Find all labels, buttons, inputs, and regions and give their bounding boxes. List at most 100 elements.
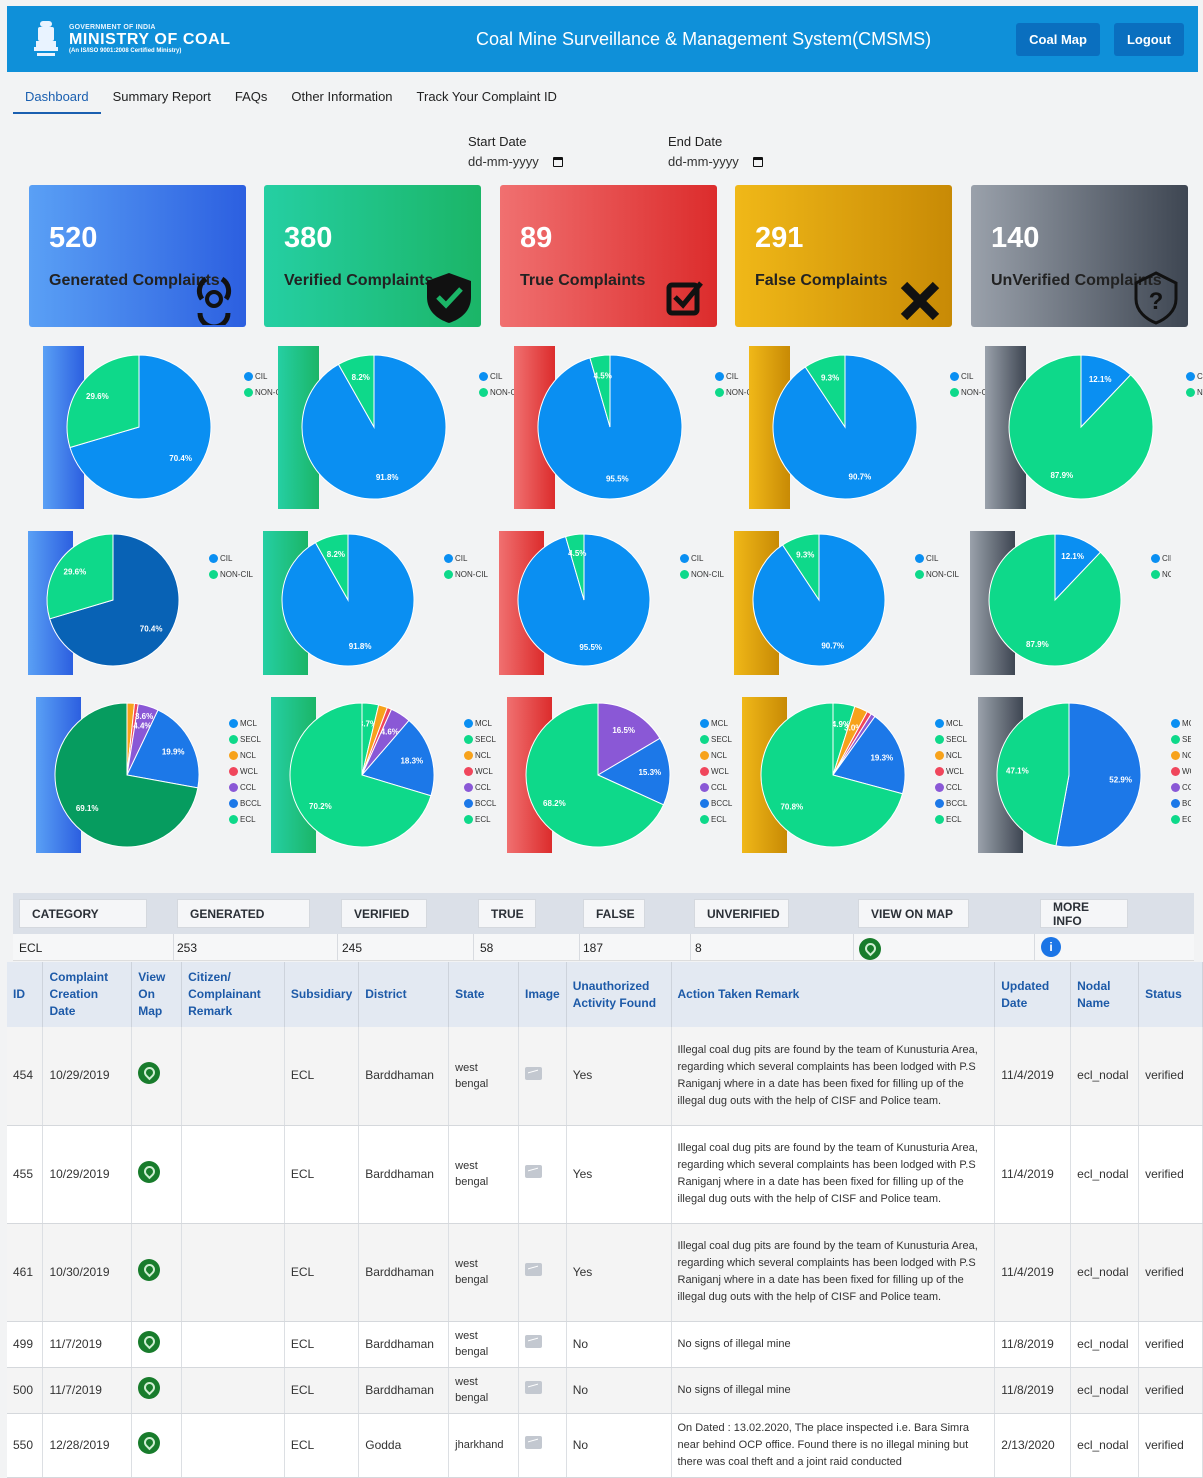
legend-dot	[209, 553, 218, 563]
legend-label: CIL	[455, 553, 468, 563]
legend-item[interactable]: MCL	[464, 715, 496, 731]
legend-item[interactable]: WCL	[464, 763, 496, 779]
legend-item[interactable]: BCCL	[1171, 795, 1191, 811]
map-pin-icon[interactable]	[138, 1258, 161, 1281]
col-subsidiary[interactable]: Subsidiary	[284, 962, 360, 1027]
map-pin-icon[interactable]	[138, 1062, 161, 1085]
legend-dot	[1171, 718, 1180, 728]
image-icon[interactable]	[525, 1263, 543, 1276]
legend-item[interactable]: ECL	[229, 811, 261, 827]
pie-data-label: 18.3%	[400, 757, 423, 766]
legend-item[interactable]: SECL	[1171, 731, 1191, 747]
col-action-remark[interactable]: Action Taken Remark	[671, 962, 996, 1027]
col-verified[interactable]: VERIFIED	[341, 899, 427, 928]
col-status[interactable]: Status	[1138, 962, 1203, 1027]
col-updated-date[interactable]: Updated Date	[994, 962, 1072, 1027]
image-icon[interactable]	[525, 1381, 543, 1394]
table-row[interactable]: 500 11/7/2019 ECL Barddhaman west bengal No No…	[7, 1367, 1203, 1414]
legend-item[interactable]: BCCL	[464, 795, 496, 811]
legend-item[interactable]: SECL	[229, 731, 261, 747]
legend-item[interactable]: SECL	[700, 731, 732, 747]
legend-item[interactable]: SECL	[935, 731, 967, 747]
legend-item[interactable]: NON-CIL	[209, 566, 253, 582]
col-image[interactable]: Image	[518, 962, 567, 1027]
col-true[interactable]: TRUE	[478, 899, 536, 928]
legend-item[interactable]: MCL	[700, 715, 732, 731]
table-row[interactable]: 455 10/29/2019 ECL Barddhaman west bengal Yes…	[7, 1125, 1203, 1224]
legend-item[interactable]: ECL	[700, 811, 732, 827]
legend-item[interactable]: NCL	[229, 747, 261, 763]
map-pin-icon[interactable]	[138, 1431, 161, 1454]
legend-item[interactable]: NCL	[464, 747, 496, 763]
map-pin-icon[interactable]	[138, 1160, 161, 1183]
legend-item[interactable]: CCL	[700, 779, 732, 795]
legend-item[interactable]: NON-CIL	[1151, 566, 1171, 582]
legend-item[interactable]: SECL	[464, 731, 496, 747]
legend-item[interactable]: CIL	[680, 550, 724, 566]
legend-item[interactable]: CIL	[915, 550, 959, 566]
col-category[interactable]: CATEGORY	[19, 899, 147, 928]
legend-item[interactable]: CIL	[209, 550, 253, 566]
legend-item[interactable]: CCL	[935, 779, 967, 795]
col-view-on-map[interactable]: View On Map	[131, 962, 183, 1027]
legend-item[interactable]: BCCL	[700, 795, 732, 811]
col-false[interactable]: FALSE	[583, 899, 645, 928]
legend-item[interactable]: CCL	[1171, 779, 1191, 795]
legend-item[interactable]: ECL	[935, 811, 967, 827]
col-district[interactable]: District	[358, 962, 450, 1027]
col-unverified[interactable]: UNVERIFIED	[694, 899, 789, 928]
legend-item[interactable]: NCL	[1171, 747, 1191, 763]
col-view-on-map[interactable]: VIEW ON MAP	[858, 899, 969, 928]
pie-chart: 90.7% 9.3% CIL NON-CIL	[727, 531, 959, 675]
table-row[interactable]: 550 12/28/2019 ECL Godda jharkhand No On Dated…	[7, 1413, 1203, 1478]
col-nodal-name[interactable]: Nodal Name	[1070, 962, 1140, 1027]
legend-item[interactable]: MCL	[1171, 715, 1191, 731]
legend-item[interactable]: MCL	[935, 715, 967, 731]
legend-item[interactable]: CIL	[1186, 368, 1203, 384]
map-pin-icon[interactable]	[138, 1376, 161, 1399]
image-icon[interactable]	[525, 1335, 543, 1348]
image-icon[interactable]	[525, 1066, 543, 1080]
cell-image	[518, 1413, 567, 1478]
legend-label: CCL	[1182, 782, 1191, 792]
legend-item[interactable]: NCL	[935, 747, 967, 763]
legend-item[interactable]: NON-CIL	[1186, 384, 1203, 400]
legend-item[interactable]: NON-CIL	[915, 566, 959, 582]
pie-svg: 91.8% 8.2%	[281, 533, 415, 667]
image-icon[interactable]	[525, 1165, 543, 1178]
legend-item[interactable]: BCCL	[229, 795, 261, 811]
col-unauthorized-found[interactable]: Unauthorized Activity Found	[566, 962, 672, 1027]
legend-item[interactable]: WCL	[229, 763, 261, 779]
table-row[interactable]: 461 10/30/2019 ECL Barddhaman west bengal Yes…	[7, 1223, 1203, 1322]
legend-item[interactable]: CIL	[1151, 550, 1171, 566]
legend-item[interactable]: NCL	[700, 747, 732, 763]
legend-item[interactable]: WCL	[935, 763, 967, 779]
col-creation-date[interactable]: Complaint Creation Date	[42, 962, 133, 1027]
legend-item[interactable]: CCL	[464, 779, 496, 795]
info-icon[interactable]: i	[1041, 937, 1061, 957]
legend-item[interactable]: CCL	[229, 779, 261, 795]
legend-item[interactable]: BCCL	[935, 795, 967, 811]
col-state[interactable]: State	[448, 962, 520, 1027]
pie-slice-non-cil[interactable]	[1008, 354, 1154, 500]
legend-item[interactable]: WCL	[700, 763, 732, 779]
legend-item[interactable]: ECL	[1171, 811, 1191, 827]
legend-item[interactable]: ECL	[464, 811, 496, 827]
legend-item[interactable]: NON-CIL	[680, 566, 724, 582]
pie-slice-non-cil[interactable]	[988, 533, 1122, 667]
legend-dot	[935, 814, 944, 824]
col-citizen-remark[interactable]: Citizen/ Complainant Remark	[181, 962, 285, 1027]
legend-item[interactable]: MCL	[229, 715, 261, 731]
legend-item[interactable]: CIL	[444, 550, 488, 566]
cell-generated: 253	[177, 941, 198, 955]
map-pin-icon[interactable]	[859, 938, 881, 960]
table-row[interactable]: 454 10/29/2019 ECL Barddhaman west bengal Yes…	[7, 1027, 1203, 1126]
col-more-info[interactable]: MORE INFO	[1040, 899, 1128, 928]
col-generated[interactable]: GENERATED	[177, 899, 310, 928]
legend-item[interactable]: WCL	[1171, 763, 1191, 779]
col-id[interactable]: ID	[7, 962, 44, 1027]
map-pin-icon[interactable]	[138, 1330, 161, 1353]
legend-item[interactable]: NON-CIL	[444, 566, 488, 582]
image-icon[interactable]	[525, 1436, 543, 1449]
table-row[interactable]: 499 11/7/2019 ECL Barddhaman west bengal No No…	[7, 1321, 1203, 1368]
